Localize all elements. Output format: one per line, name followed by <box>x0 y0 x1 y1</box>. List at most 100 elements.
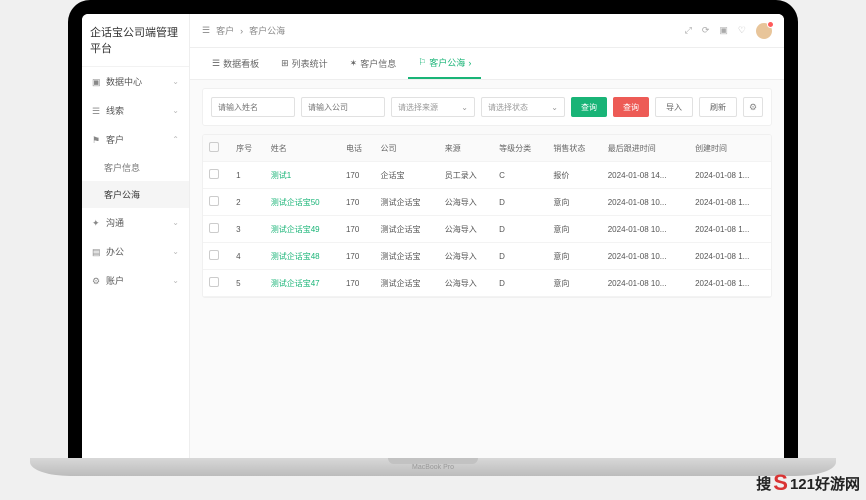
main: ☰ 客户 › 客户公海 ⤢ ⟳ ▣ ♡ ☰ <box>190 14 784 460</box>
tab-icon: ⊞ <box>281 58 289 69</box>
cell-company: 测试企话宝 <box>375 216 439 243</box>
cell-level: D <box>493 270 547 297</box>
refresh-icon[interactable]: ⟳ <box>702 25 710 36</box>
tab-icon: ✶ <box>350 58 358 69</box>
cell-level: D <box>493 216 547 243</box>
col-name: 姓名 <box>265 135 340 162</box>
search-button[interactable]: 查询 <box>571 97 607 117</box>
table-row[interactable]: 5测试企话宝47170测试企话宝公海导入D意向2024-01-08 10...2… <box>203 270 771 297</box>
cell-index: 3 <box>230 216 265 243</box>
favorite-icon[interactable]: ♡ <box>738 25 746 36</box>
cell-name[interactable]: 测试企话宝50 <box>265 189 340 216</box>
cell-last: 2024-01-08 10... <box>602 243 689 270</box>
cell-level: D <box>493 189 547 216</box>
tab-customer-info[interactable]: ✶ 客户信息 <box>340 48 407 79</box>
cell-status: 意向 <box>547 243 601 270</box>
tab-label: 列表统计 <box>292 57 328 70</box>
breadcrumb-sep: › <box>240 26 243 36</box>
chevron-up-icon: ⌃ <box>172 135 179 144</box>
cell-phone: 170 <box>340 243 375 270</box>
col-checkbox <box>203 135 230 162</box>
col-status: 销售状态 <box>547 135 601 162</box>
sidebar-sub-customer-info[interactable]: 客户信息 <box>82 154 189 181</box>
row-checkbox[interactable] <box>209 277 219 287</box>
cell-name[interactable]: 测试1 <box>265 162 340 189</box>
filter-source-select[interactable]: 请选择来源 ⌄ <box>391 97 475 117</box>
filter-status-select[interactable]: 请选择状态 ⌄ <box>481 97 565 117</box>
cell-name[interactable]: 测试企话宝47 <box>265 270 340 297</box>
breadcrumb-current: 客户公海 <box>249 24 285 37</box>
settings-icon-button[interactable]: ⚙ <box>743 97 763 117</box>
cell-last: 2024-01-08 10... <box>602 216 689 243</box>
sidebar-item-leads[interactable]: ☰线索 ⌄ <box>82 96 189 125</box>
col-company: 公司 <box>375 135 439 162</box>
filter-company-input[interactable] <box>301 97 385 117</box>
breadcrumb-root[interactable]: 客户 <box>216 24 234 37</box>
chevron-down-icon: ⌄ <box>172 276 179 285</box>
tab-label: 数据看板 <box>223 57 259 70</box>
row-checkbox[interactable] <box>209 223 219 233</box>
cell-phone: 170 <box>340 189 375 216</box>
cell-source: 员工录入 <box>439 162 493 189</box>
app-title: 企话宝公司端管理平台 <box>82 14 189 67</box>
select-all-checkbox[interactable] <box>209 142 219 152</box>
filter-name-input[interactable] <box>211 97 295 117</box>
table-row[interactable]: 3测试企话宝49170测试企话宝公海导入D意向2024-01-08 10...2… <box>203 216 771 243</box>
topbar: ☰ 客户 › 客户公海 ⤢ ⟳ ▣ ♡ <box>190 14 784 48</box>
grid-icon[interactable]: ▣ <box>719 25 728 36</box>
tab-dashboard[interactable]: ☰ 数据看板 <box>202 48 269 79</box>
tab-customer-pool[interactable]: ⚐ 客户公海 › <box>408 48 481 79</box>
sidebar-item-comm[interactable]: ✦沟通 ⌄ <box>82 208 189 237</box>
cell-name[interactable]: 测试企话宝48 <box>265 243 340 270</box>
watermark-post: 121好游网 <box>790 473 860 494</box>
cell-index: 2 <box>230 189 265 216</box>
filter-bar: 请选择来源 ⌄ 请选择状态 ⌄ 查询 查询 导入 刷新 ⚙ <box>202 88 772 126</box>
table-wrap: 序号 姓名 电话 公司 来源 等级分类 销售状态 最后跟进时间 创建时间 <box>202 134 772 298</box>
app-root: 企话宝公司端管理平台 ▣数据中心 ⌄ ☰线索 ⌄ ⚑客户 ⌃ 客户信息 客户公海… <box>82 14 784 460</box>
cell-status: 意向 <box>547 270 601 297</box>
avatar[interactable] <box>756 23 772 39</box>
sidebar-item-customers[interactable]: ⚑客户 ⌃ <box>82 125 189 154</box>
row-checkbox[interactable] <box>209 169 219 179</box>
col-source: 来源 <box>439 135 493 162</box>
laptop-frame: 企话宝公司端管理平台 ▣数据中心 ⌄ ☰线索 ⌄ ⚑客户 ⌃ 客户信息 客户公海… <box>68 0 798 460</box>
col-index: 序号 <box>230 135 265 162</box>
cell-company: 测试企话宝 <box>375 189 439 216</box>
cell-last: 2024-01-08 10... <box>602 270 689 297</box>
cell-level: C <box>493 162 547 189</box>
chevron-down-icon: ⌄ <box>172 247 179 256</box>
row-checkbox[interactable] <box>209 250 219 260</box>
chevron-down-icon: ⌄ <box>172 218 179 227</box>
import-button[interactable]: 导入 <box>655 97 693 117</box>
cell-status: 意向 <box>547 189 601 216</box>
table-row[interactable]: 1测试1170企话宝员工录入C报价2024-01-08 14...2024-01… <box>203 162 771 189</box>
cell-last: 2024-01-08 14... <box>602 162 689 189</box>
sidebar-item-office[interactable]: ▤办公 ⌄ <box>82 237 189 266</box>
cell-created: 2024-01-08 1... <box>689 270 771 297</box>
tab-sep: › <box>468 58 471 68</box>
dashboard-icon: ▣ <box>92 77 102 88</box>
table-row[interactable]: 2测试企话宝50170测试企话宝公海导入D意向2024-01-08 10...2… <box>203 189 771 216</box>
menu-icon[interactable]: ☰ <box>202 25 210 36</box>
expand-icon[interactable]: ⤢ <box>685 25 692 36</box>
cell-index: 4 <box>230 243 265 270</box>
table-row[interactable]: 4测试企话宝48170测试企话宝公海导入D意向2024-01-08 10...2… <box>203 243 771 270</box>
tab-list-stats[interactable]: ⊞ 列表统计 <box>271 48 338 79</box>
sidebar-item-account[interactable]: ⚙账户 ⌄ <box>82 266 189 295</box>
cell-name[interactable]: 测试企话宝49 <box>265 216 340 243</box>
delete-button[interactable]: 查询 <box>613 97 649 117</box>
row-checkbox[interactable] <box>209 196 219 206</box>
sidebar-item-label: 沟通 <box>106 218 124 228</box>
cell-source: 公海导入 <box>439 216 493 243</box>
sidebar-item-dashboard[interactable]: ▣数据中心 ⌄ <box>82 67 189 96</box>
leads-icon: ☰ <box>92 106 102 117</box>
sidebar-item-label: 线索 <box>106 106 124 116</box>
cell-source: 公海导入 <box>439 189 493 216</box>
col-created: 创建时间 <box>689 135 771 162</box>
refresh-button[interactable]: 刷新 <box>699 97 737 117</box>
sidebar-sub-customer-pool[interactable]: 客户公海 <box>82 181 189 208</box>
tab-label: 客户公海 <box>429 56 465 69</box>
customers-icon: ⚑ <box>92 135 102 146</box>
cell-company: 企话宝 <box>375 162 439 189</box>
customer-table: 序号 姓名 电话 公司 来源 等级分类 销售状态 最后跟进时间 创建时间 <box>203 135 771 297</box>
